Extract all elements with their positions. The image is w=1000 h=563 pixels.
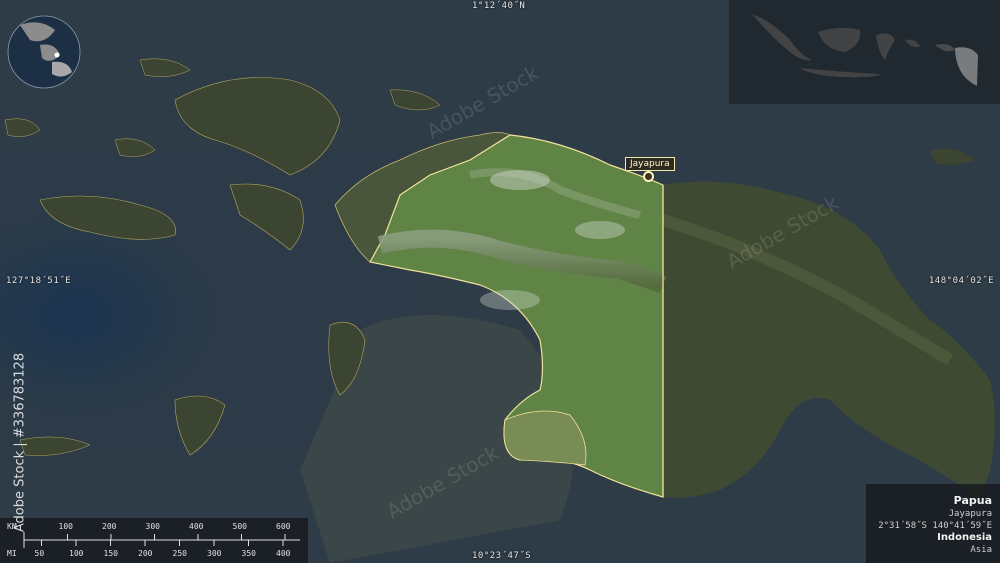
city-marker-icon — [643, 171, 654, 182]
scale-mi-label: 150 — [103, 549, 118, 558]
scale-mi-label: 250 — [172, 549, 187, 558]
coord-bottom: 10°23´47˝S — [472, 551, 532, 561]
scale-km-label: 400 — [189, 522, 204, 531]
capital-coords: 2°31´58˝S 140°41´59˝E — [878, 521, 992, 531]
scale-mi-label: 300 — [207, 549, 222, 558]
cloud — [490, 170, 550, 190]
coord-left: 127°18´51˝E — [6, 276, 72, 286]
stock-watermark: Adobe Stock | #336783128 — [5, 330, 28, 560]
scale-mi-label: 100 — [69, 549, 84, 558]
scale-km-label: 100 — [58, 522, 73, 531]
coord-top: 1°12´40˝N — [472, 1, 526, 11]
country-name: Indonesia — [937, 532, 992, 543]
scale-km-label: 200 — [102, 522, 117, 531]
continent-name: Asia — [970, 545, 992, 555]
scale-km-label: 300 — [145, 522, 160, 531]
scale-mi-label: 50 — [34, 549, 45, 558]
scale-km-label: 600 — [276, 522, 291, 531]
cloud — [480, 290, 540, 310]
inset-panel — [729, 0, 1000, 104]
scale-mi-label: 200 — [138, 549, 153, 558]
map-view: 1°12´40˝N 10°23´47˝S 127°18´51˝E 148°04´… — [0, 0, 1000, 563]
scale-mi-label: 400 — [276, 549, 291, 558]
scale-km-label: 500 — [232, 522, 247, 531]
scale-mi-label: 350 — [241, 549, 256, 558]
stock-id-text: Adobe Stock | #336783128 — [12, 352, 28, 533]
scale-bar: KM MI 100 200 300 400 500 600 50 100 150 200 250 3… — [0, 518, 308, 563]
coord-right: 148°04´02˝E — [928, 276, 994, 286]
cloud — [575, 221, 625, 239]
city-label-jayapura: Jayapura — [625, 157, 675, 171]
globe-panel — [0, 0, 104, 104]
region-name: Papua — [953, 494, 992, 507]
capital-name: Jayapura — [948, 509, 992, 519]
info-panel: Papua Jayapura 2°31´58˝S 140°41´59˝E Ind… — [866, 484, 1000, 563]
